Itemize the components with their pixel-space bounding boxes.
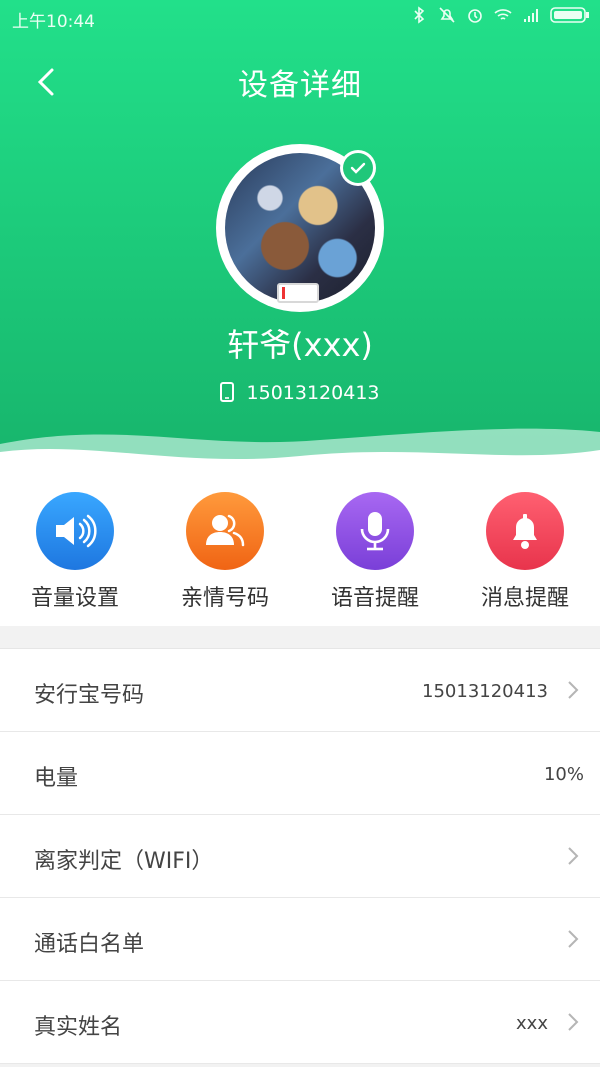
row-away-wifi[interactable]: 离家判定（WIFI） xyxy=(0,815,600,898)
chevron-right-icon xyxy=(568,930,579,948)
contacts-icon xyxy=(186,492,264,570)
page-title: 设备详细 xyxy=(238,68,362,103)
row-call-whitelist[interactable]: 通话白名单 xyxy=(0,898,600,981)
nav-bar: 设备详细 xyxy=(0,50,600,112)
row-value: 15013120413 xyxy=(422,681,548,702)
quick-actions: 音量设置 亲情号码 语音提醒 消息提醒 xyxy=(0,472,600,626)
status-icons xyxy=(410,6,590,24)
row-label: 通话白名单 xyxy=(34,932,145,957)
bluetooth-icon xyxy=(414,6,425,24)
message-reminder-button[interactable]: 消息提醒 xyxy=(450,492,600,612)
mute-bell-icon xyxy=(439,7,455,23)
row-value: xxx xyxy=(516,1013,548,1034)
alarm-icon xyxy=(468,9,482,23)
device-settings-list: 安行宝号码 15013120413 电量 10% 离家判定（WIFI） 通话白名… xyxy=(0,648,600,1064)
row-device-number[interactable]: 安行宝号码 15013120413 xyxy=(0,649,600,732)
status-bar: 上午10:44 xyxy=(0,0,600,36)
row-label: 电量 xyxy=(34,766,79,791)
wifi-icon xyxy=(494,9,512,20)
device-name: 轩爷(xxx) xyxy=(227,326,373,364)
volume-settings-label: 音量设置 xyxy=(30,586,119,611)
chevron-right-icon xyxy=(568,847,579,865)
volume-settings-button[interactable]: 音量设置 xyxy=(0,492,150,612)
chevron-right-icon xyxy=(568,681,579,699)
battery-status-icon xyxy=(550,7,589,23)
row-battery: 电量 10% xyxy=(0,732,600,815)
header-wave xyxy=(0,428,600,480)
battery-indicator xyxy=(277,283,319,303)
row-value: 10% xyxy=(543,764,584,785)
speaker-icon xyxy=(36,492,114,570)
message-reminder-label: 消息提醒 xyxy=(480,586,569,611)
voice-reminder-label: 语音提醒 xyxy=(330,586,419,611)
chevron-right-icon xyxy=(568,1013,579,1031)
device-phone: 15013120413 xyxy=(246,382,380,404)
row-label: 真实姓名 xyxy=(34,1015,123,1040)
battery-level xyxy=(282,287,285,299)
microphone-icon xyxy=(336,492,414,570)
status-time: 上午10:44 xyxy=(12,12,95,32)
check-icon xyxy=(350,162,366,174)
device-phone-line: 15013120413 xyxy=(0,382,600,404)
signal-icon xyxy=(524,9,538,22)
family-numbers-button[interactable]: 亲情号码 xyxy=(150,492,300,612)
row-label: 离家判定（WIFI） xyxy=(34,849,214,874)
family-numbers-label: 亲情号码 xyxy=(180,586,269,611)
device-header: 上午10:44 设备详细 轩爷(xxx) 15013120413 xyxy=(0,0,600,480)
row-real-name[interactable]: 真实姓名 xxx xyxy=(0,981,600,1064)
phone-icon xyxy=(220,382,235,402)
verified-badge xyxy=(340,150,376,186)
row-label: 安行宝号码 xyxy=(34,683,145,708)
voice-reminder-button[interactable]: 语音提醒 xyxy=(300,492,450,612)
bell-icon xyxy=(486,492,564,570)
device-avatar[interactable] xyxy=(216,144,384,312)
